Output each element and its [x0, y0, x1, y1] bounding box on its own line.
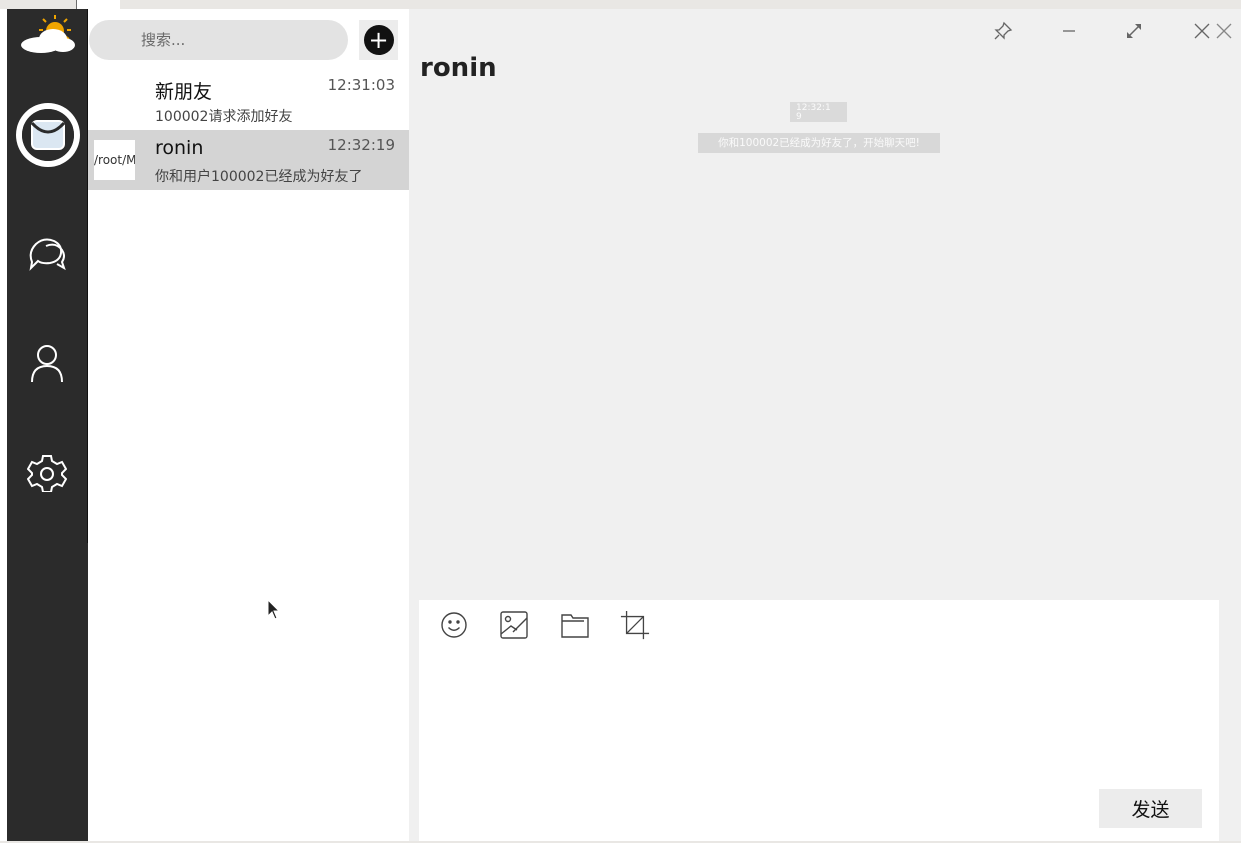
plus-icon: + — [363, 25, 394, 55]
send-button[interactable]: 发送 — [1099, 789, 1202, 828]
person-icon[interactable] — [24, 340, 70, 386]
pin-icon[interactable] — [983, 19, 1023, 43]
message-input-area: 发送 — [419, 600, 1219, 841]
conversation-name: 新朋友 — [155, 81, 213, 103]
conversation-preview: 100002请求添加好友 — [155, 109, 293, 125]
gear-icon[interactable] — [24, 449, 70, 495]
conversation-thumb — [94, 80, 135, 120]
top-strip — [0, 0, 1241, 9]
sidebar — [7, 9, 88, 843]
message-timestamp: 12:32:1 9 — [790, 102, 847, 122]
conversation-time: 12:32:19 — [327, 136, 395, 154]
conversation-name: ronin — [155, 137, 204, 159]
timestamp-subtext: 9 — [796, 112, 802, 122]
mailbox-avatar-icon[interactable] — [16, 103, 80, 167]
top-strip-notch — [76, 0, 120, 9]
search-input[interactable] — [89, 20, 348, 60]
chat-bubbles-icon[interactable] — [24, 230, 70, 276]
conversation-item-new-friends[interactable]: 新朋友 12:31:03 100002请求添加好友 — [88, 70, 409, 130]
minimize-icon[interactable] — [1049, 19, 1089, 43]
conversation-time: 12:31:03 — [327, 76, 395, 94]
system-message: 你和100002已经成为好友了，开始聊天吧! — [698, 133, 940, 153]
mouse-pointer-icon — [267, 598, 281, 625]
close-icon[interactable] — [1215, 19, 1241, 43]
image-icon[interactable] — [499, 610, 529, 640]
crop-icon[interactable] — [620, 610, 650, 640]
conversation-item-ronin[interactable]: /root/M ronin 12:32:19 你和用户100002已经成为好友了 — [88, 130, 409, 190]
smiley-icon[interactable] — [439, 610, 469, 640]
weather-cloud-sun-icon — [13, 13, 83, 61]
chat-pane: ronin 12:32:1 9 你和100002已经成为好友了，开始聊天吧! 发… — [409, 9, 1241, 843]
conversation-thumb: /root/M — [94, 140, 135, 180]
conversation-preview: 你和用户100002已经成为好友了 — [155, 169, 363, 185]
timestamp-text: 12:32:1 — [796, 103, 831, 113]
folder-icon[interactable] — [560, 610, 590, 640]
expand-icon[interactable] — [1114, 19, 1154, 43]
add-friend-button[interactable]: + — [359, 20, 398, 60]
chat-title: ronin — [420, 53, 497, 83]
conversation-list-pane: + 新朋友 12:31:03 100002请求添加好友 /root/M roni… — [88, 9, 409, 843]
message-textbox[interactable] — [433, 648, 1203, 778]
